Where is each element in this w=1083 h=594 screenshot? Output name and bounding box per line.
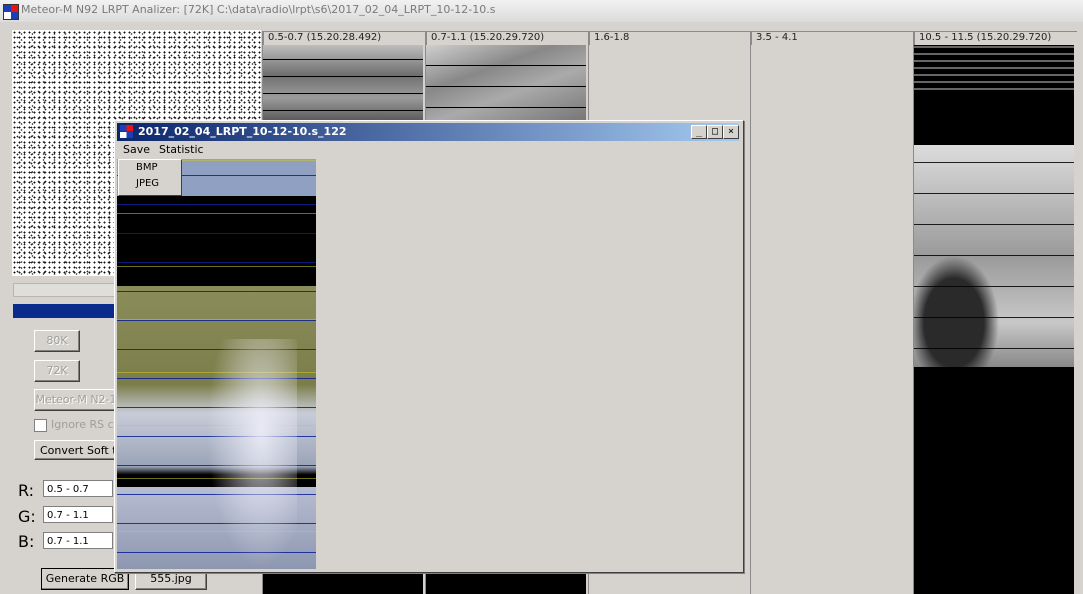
menu-item-bmp[interactable]: BMP [119, 160, 181, 176]
channel-5-image-top [914, 45, 1074, 95]
channel-5-image-bottom [914, 367, 1074, 594]
app-logo-icon [120, 125, 133, 138]
channel-header-1: 0.5-0.7 (15.20.28.492) [263, 31, 426, 45]
red-channel-field[interactable]: 0.5 - 0.7 [43, 480, 113, 497]
app-titlebar[interactable]: Meteor-M N92 LRPT Analizer: [72K] C:\dat… [0, 0, 1083, 23]
channel-1-image [263, 45, 423, 120]
app-title: Meteor-M N92 LRPT Analizer: [72K] C:\dat… [21, 3, 496, 16]
channel-1-image-bottom [263, 571, 423, 594]
channel-5-image [914, 145, 1074, 367]
progress-bar [13, 304, 123, 318]
meteor-mode-button[interactable]: Meteor-M N2-1 [34, 389, 118, 411]
blue-channel-label: B: [18, 532, 35, 551]
channel-divider [750, 31, 751, 594]
ignore-rs-label: Ignore RS ch [51, 418, 121, 431]
channel-header-2: 0.7-1.1 (15.20.29.720) [426, 31, 589, 45]
red-channel-label: R: [18, 481, 35, 500]
channel-header-5: 10.5 - 11.5 (15.20.29.720) [914, 31, 1077, 45]
child-menubar: Save Statistic [117, 142, 739, 158]
rate-72k-button[interactable]: 72K [34, 360, 80, 382]
channel-2-image-bottom [426, 571, 586, 594]
channel-5-dark-band [914, 95, 1074, 145]
maximize-button[interactable]: □ [707, 125, 723, 139]
progress-bar-empty [13, 283, 125, 297]
app-logo-icon [3, 4, 19, 20]
save-dropdown-menu: BMP JPEG [118, 159, 182, 196]
menu-item-jpeg[interactable]: JPEG [119, 176, 181, 192]
rgb-composite-image [117, 159, 316, 569]
menu-save[interactable]: Save [117, 142, 153, 158]
green-channel-label: G: [18, 507, 36, 526]
blue-channel-field[interactable]: 0.7 - 1.1 [43, 532, 113, 549]
minimize-button[interactable]: _ [691, 125, 707, 139]
ignore-rs-checkbox[interactable] [34, 419, 47, 432]
menu-statistic[interactable]: Statistic [153, 142, 207, 158]
channel-header-4: 3.5 - 4.1 [751, 31, 914, 45]
progress-bar-fill [13, 304, 123, 318]
green-channel-field[interactable]: 0.7 - 1.1 [43, 506, 113, 523]
rate-80k-button[interactable]: 80K [34, 330, 80, 352]
child-window-title: 2017_02_04_LRPT_10-12-10.s_122 [138, 125, 347, 138]
child-window-titlebar[interactable]: 2017_02_04_LRPT_10-12-10.s_122 _ □ × [117, 123, 739, 141]
convert-soft-button[interactable]: Convert Soft to [34, 440, 116, 460]
close-button[interactable]: × [723, 125, 739, 139]
channel-2-image [426, 45, 586, 120]
channel-header-3: 1.6-1.8 [589, 31, 752, 45]
